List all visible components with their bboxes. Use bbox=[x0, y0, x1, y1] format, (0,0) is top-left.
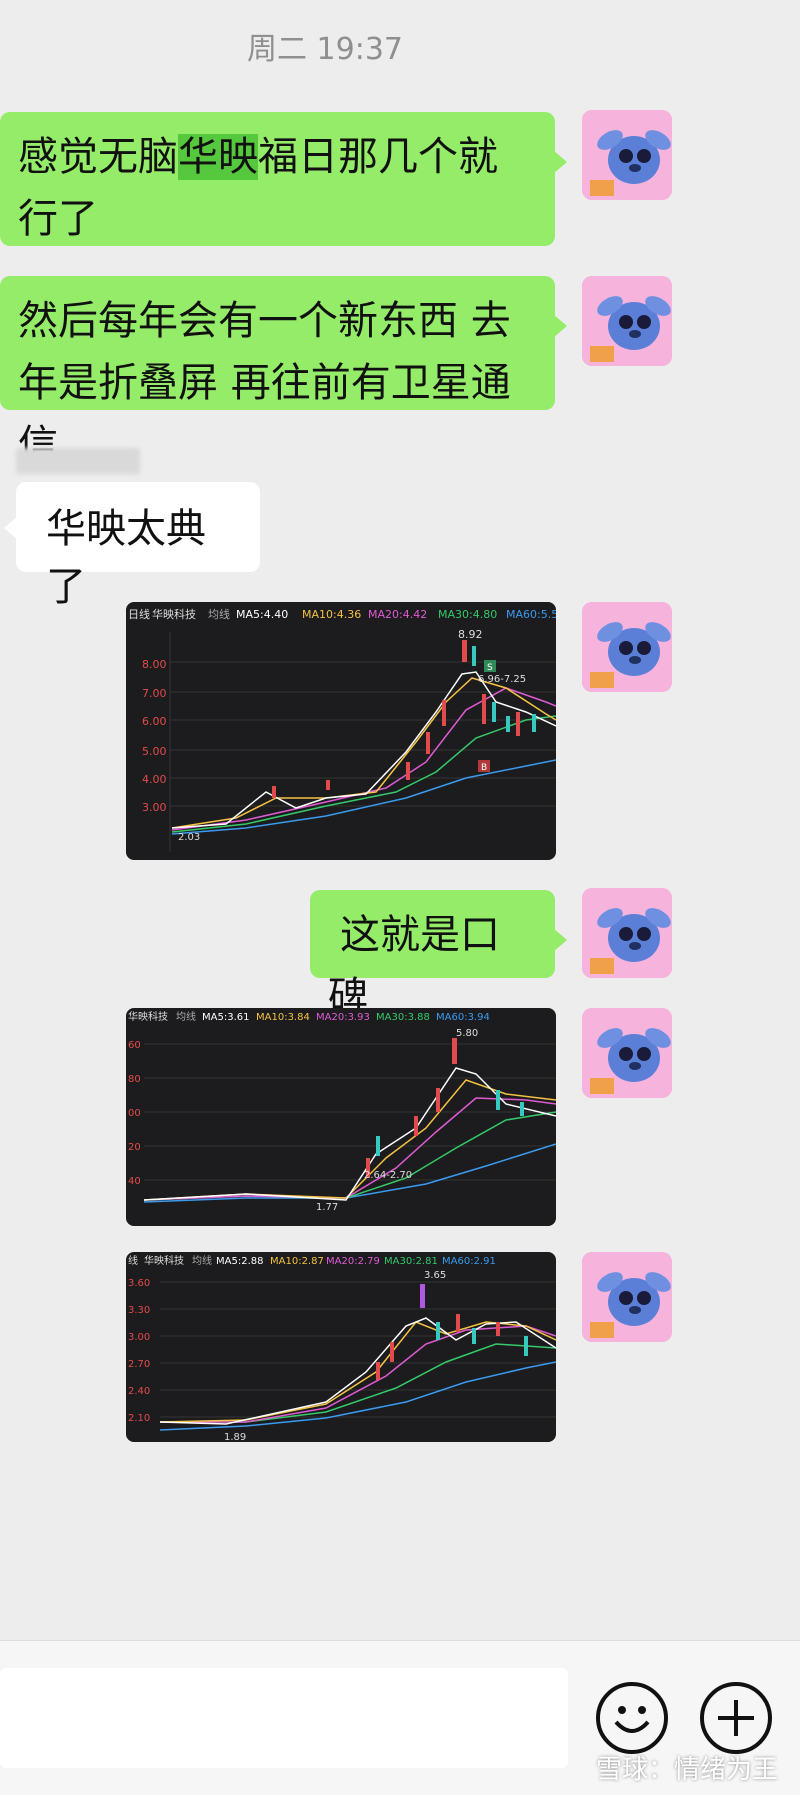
y-tick: 00 bbox=[128, 1108, 141, 1119]
legend-item: MA60:3.94 bbox=[436, 1012, 490, 1023]
stitch-avatar-icon bbox=[582, 602, 672, 692]
y-tick: 80 bbox=[128, 1074, 141, 1085]
message-bubble[interactable]: 感觉无脑华映福日那几个就行了 bbox=[0, 112, 567, 246]
y-tick: 40 bbox=[128, 1176, 141, 1187]
plus-icon bbox=[718, 1700, 754, 1736]
y-tick: 6.00 bbox=[142, 715, 167, 728]
avatar[interactable] bbox=[582, 602, 672, 692]
legend-item: 均线 bbox=[208, 607, 230, 621]
price-range-label: 2.64-2.70 bbox=[364, 1170, 412, 1181]
avatar[interactable] bbox=[582, 1252, 672, 1342]
sell-marker: S bbox=[487, 663, 493, 673]
stitch-avatar-icon bbox=[582, 888, 672, 978]
message-bubble[interactable]: 然后每年会有一个新东西 去年是折叠屏 再往前有卫星通信 bbox=[0, 276, 567, 468]
legend-item: 日线 bbox=[128, 607, 150, 621]
legend-item: 华映科技 bbox=[152, 607, 196, 621]
legend-item: MA30:4.80 bbox=[438, 608, 497, 621]
legend-item: MA20:2.79 bbox=[326, 1256, 380, 1267]
y-tick: 3.30 bbox=[128, 1305, 150, 1316]
y-tick: 3.00 bbox=[142, 801, 167, 814]
legend-item: MA5:4.40 bbox=[236, 608, 288, 621]
y-tick: 2.10 bbox=[128, 1413, 150, 1424]
stock-chart-image[interactable]: 日线 华映科技 均线 MA5:4.40 MA10:4.36 MA20:4.42 … bbox=[126, 602, 556, 860]
y-tick: 7.00 bbox=[142, 687, 167, 700]
legend-item: MA60:2.91 bbox=[442, 1256, 496, 1267]
avatar[interactable] bbox=[582, 110, 672, 200]
legend-item: 华映科技 bbox=[128, 1010, 168, 1023]
legend-item: 线 bbox=[128, 1254, 138, 1267]
message-input[interactable] bbox=[0, 1668, 568, 1768]
timestamp: 周二 19:37 bbox=[247, 32, 403, 67]
candlestick-chart: 华映科技 均线 MA5:3.61 MA10:3.84 MA20:3.93 MA3… bbox=[128, 1010, 556, 1213]
price-high-label: 3.65 bbox=[424, 1270, 446, 1281]
avatar[interactable] bbox=[582, 1008, 672, 1098]
candlestick-chart: 线 华映科技 均线 MA5:2.88 MA10:2.87 MA20:2.79 M… bbox=[128, 1254, 556, 1442]
legend-item: MA5:3.61 bbox=[202, 1012, 249, 1023]
price-low-label: 1.77 bbox=[316, 1202, 338, 1213]
legend-item: MA30:3.88 bbox=[376, 1012, 430, 1023]
buy-marker: B bbox=[481, 763, 487, 773]
watermark: 雪球：情绪为王 bbox=[595, 1755, 778, 1785]
price-range-label: 6.96-7.25 bbox=[478, 674, 526, 685]
stitch-avatar-icon bbox=[582, 110, 672, 200]
avatar[interactable] bbox=[582, 276, 672, 366]
legend-item: MA20:4.42 bbox=[368, 608, 427, 621]
legend-item: 均线 bbox=[176, 1010, 196, 1023]
stock-chart-image[interactable]: 线 华映科技 均线 MA5:2.88 MA10:2.87 MA20:2.79 M… bbox=[126, 1252, 556, 1442]
legend-item: 均线 bbox=[192, 1254, 212, 1267]
y-tick: 3.60 bbox=[128, 1278, 150, 1289]
legend-item: MA30:2.81 bbox=[384, 1256, 438, 1267]
y-tick: 4.00 bbox=[142, 773, 167, 786]
stitch-avatar-icon bbox=[582, 276, 672, 366]
y-tick: 2.70 bbox=[128, 1359, 150, 1370]
sender-nickname-blurred bbox=[16, 448, 140, 474]
message-text: 华映太典了 bbox=[46, 506, 206, 610]
y-tick: 8.00 bbox=[142, 658, 167, 671]
legend-item: 华映科技 bbox=[144, 1254, 184, 1267]
y-tick: 2.40 bbox=[128, 1386, 150, 1397]
y-tick: 60 bbox=[128, 1040, 141, 1051]
message-text: 感觉无脑 bbox=[18, 134, 178, 180]
price-low-label: 2.03 bbox=[178, 832, 200, 843]
message-text: 这就是口碑 bbox=[328, 912, 500, 1020]
price-low-label: 1.89 bbox=[224, 1432, 246, 1442]
stitch-avatar-icon bbox=[582, 1008, 672, 1098]
legend-item: MA10:4.36 bbox=[302, 608, 361, 621]
legend-item: MA20:3.93 bbox=[316, 1012, 370, 1023]
stitch-avatar-icon bbox=[582, 1252, 672, 1342]
smiley-icon bbox=[614, 1706, 650, 1733]
legend-item: MA10:2.87 bbox=[270, 1256, 324, 1267]
y-tick: 3.00 bbox=[128, 1332, 150, 1343]
y-tick: 20 bbox=[128, 1142, 141, 1153]
plus-button[interactable] bbox=[700, 1682, 772, 1754]
emoji-button[interactable] bbox=[596, 1682, 668, 1754]
price-high-label: 5.80 bbox=[456, 1028, 478, 1039]
message-bubble[interactable]: 这就是口碑 bbox=[310, 890, 567, 1020]
stock-chart-image[interactable]: 华映科技 均线 MA5:3.61 MA10:3.84 MA20:3.93 MA3… bbox=[126, 1008, 556, 1226]
legend-item: MA60:5.5 bbox=[506, 608, 556, 621]
legend-item: MA5:2.88 bbox=[216, 1256, 263, 1267]
highlighted-text: 华映 bbox=[178, 134, 258, 180]
candlestick-chart: 日线 华映科技 均线 MA5:4.40 MA10:4.36 MA20:4.42 … bbox=[128, 607, 556, 852]
price-high-label: 8.92 bbox=[458, 628, 483, 641]
y-tick: 5.00 bbox=[142, 745, 167, 758]
avatar[interactable] bbox=[582, 888, 672, 978]
message-bubble[interactable]: 华映太典了 bbox=[4, 482, 260, 610]
message-text: 然后每年会有一个新东西 去年是折叠屏 再往前有卫星通信 bbox=[18, 298, 511, 468]
legend-item: MA10:3.84 bbox=[256, 1012, 310, 1023]
